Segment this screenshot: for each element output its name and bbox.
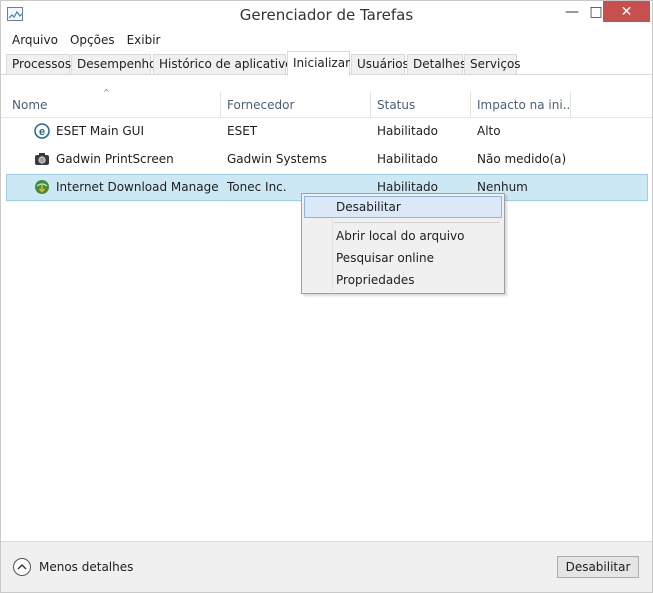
less-details-label[interactable]: Menos detalhes xyxy=(39,560,133,574)
svg-text:e: e xyxy=(39,126,45,138)
disable-button[interactable]: Desabilitar xyxy=(557,556,639,578)
menu-opcoes[interactable]: Opções xyxy=(64,33,121,47)
chevron-up-icon[interactable] xyxy=(13,558,31,576)
context-menu-abrir-local[interactable]: Abrir local do arquivo xyxy=(304,225,502,247)
context-menu-separator xyxy=(334,222,500,223)
minimize-button[interactable]: — xyxy=(558,1,586,22)
column-header-nome[interactable]: Nome xyxy=(6,92,221,118)
window-title: Gerenciador de Tarefas xyxy=(239,6,414,24)
close-button[interactable]: ✕ xyxy=(603,1,650,22)
camera-icon xyxy=(34,151,50,167)
context-menu-desabilitar[interactable]: Desabilitar xyxy=(304,196,502,218)
startup-table: ^ Nome Fornecedor Status Impacto na ini.… xyxy=(1,76,652,541)
menu-arquivo[interactable]: Arquivo xyxy=(6,33,64,47)
cell-status: Habilitado xyxy=(377,180,439,194)
cell-vendor: ESET xyxy=(227,124,258,138)
eset-icon: e xyxy=(34,123,50,139)
menu-bar: Arquivo Opções Exibir xyxy=(1,29,652,50)
tab-servicos[interactable]: Serviços xyxy=(464,54,521,74)
cell-status: Habilitado xyxy=(377,152,439,166)
tab-desempenho[interactable]: Desempenho xyxy=(71,54,157,74)
cell-impact: Não medido(a) xyxy=(477,152,567,166)
column-header-impacto[interactable]: Impacto na ini... xyxy=(471,92,571,118)
menu-exibir[interactable]: Exibir xyxy=(121,33,167,47)
cell-vendor: Tonec Inc. xyxy=(227,180,287,194)
tab-inicializar[interactable]: Inicializar xyxy=(287,51,350,76)
context-menu: Desabilitar Abrir local do arquivo Pesqu… xyxy=(301,193,505,294)
cell-impact: Alto xyxy=(477,124,501,138)
tab-strip: Processos Desempenho Histórico de aplica… xyxy=(1,51,652,76)
table-row[interactable]: e ESET Main GUI ESET Habilitado Alto xyxy=(6,118,648,145)
tab-processos[interactable]: Processos xyxy=(6,54,71,74)
title-bar[interactable]: Gerenciador de Tarefas — □ ✕ xyxy=(1,1,652,29)
cell-name: Gadwin PrintScreen xyxy=(56,152,174,166)
cell-name: ESET Main GUI xyxy=(56,124,145,138)
cell-status: Habilitado xyxy=(377,124,439,138)
column-header-status[interactable]: Status xyxy=(371,92,471,118)
tab-historico-aplicativos[interactable]: Histórico de aplicativos xyxy=(153,54,299,74)
cell-name: Internet Download Manager... xyxy=(56,180,218,194)
idm-globe-icon xyxy=(34,179,50,195)
column-header-fornecedor[interactable]: Fornecedor xyxy=(221,92,371,118)
context-menu-pesquisar-online[interactable]: Pesquisar online xyxy=(304,247,502,269)
table-row[interactable]: Gadwin PrintScreen Gadwin Systems Habili… xyxy=(6,146,648,173)
context-menu-propriedades[interactable]: Propriedades xyxy=(304,269,502,291)
tab-usuarios[interactable]: Usuários xyxy=(351,54,409,74)
cell-vendor: Gadwin Systems xyxy=(227,152,327,166)
task-manager-window: Gerenciador de Tarefas — □ ✕ Arquivo Opç… xyxy=(0,0,653,593)
footer-bar: Menos detalhes Desabilitar xyxy=(1,541,652,592)
less-details-toggle[interactable]: Menos detalhes xyxy=(13,558,133,576)
tab-detalhes[interactable]: Detalhes xyxy=(407,54,466,74)
cell-impact: Nenhum xyxy=(477,180,528,194)
